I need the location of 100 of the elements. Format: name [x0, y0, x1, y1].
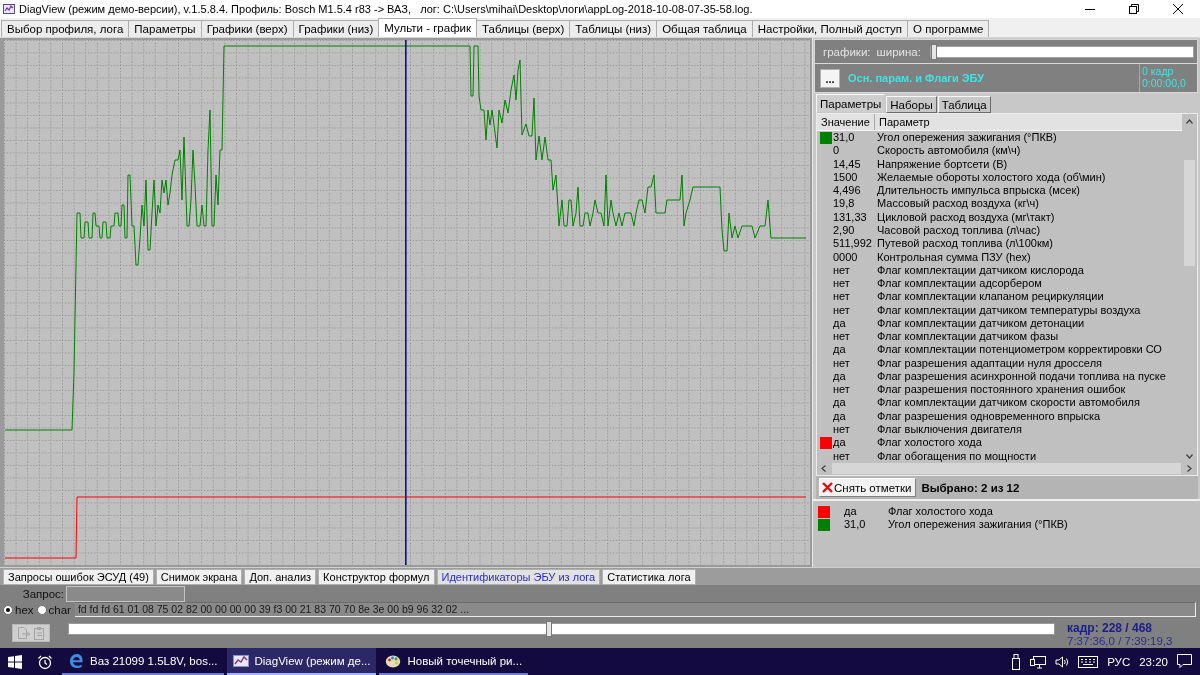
language-indicator[interactable]: РУС [1107, 655, 1131, 668]
tab[interactable]: Конструктор формул [318, 569, 435, 585]
table-cell-text: 1500 [832, 170, 859, 184]
tab[interactable]: Доп. анализ [244, 569, 317, 585]
chart-window-icon [3, 3, 15, 15]
tab[interactable]: Общая таблица [656, 20, 753, 37]
document-arrow-icon [16, 626, 31, 640]
table-cell: Флаг разрешения адаптации нуля дросселя [877, 356, 1102, 370]
tab[interactable]: Графики (верх) [200, 20, 294, 37]
table-cell: Длительность импульса впрыска (мсек) [877, 184, 1080, 198]
parameter-set-title: Осн. парам. и Флаги ЭБУ [848, 72, 986, 84]
table-cell-text: да [832, 409, 847, 423]
table-cell-text: 19,8 [832, 197, 856, 211]
taskbar-app[interactable]: Ваз 21099 1.5L8V, bos... [62, 648, 224, 675]
usb-drive-icon[interactable] [1011, 653, 1022, 670]
table-cell: Флаг разрешения постоянного хранения ошибок [877, 383, 1126, 397]
table-cell: Путевой расход топлива (л\100км) [877, 237, 1053, 251]
tab[interactable]: Запросы ошибок ЭСУД (49) [3, 569, 154, 585]
monitor-icon[interactable] [1030, 654, 1047, 669]
table-cell-text: 31,0 [843, 518, 867, 531]
table-cell-text: да [832, 396, 847, 410]
table-cell-text: нет [832, 422, 851, 436]
tab[interactable]: Мульти - график [378, 18, 478, 37]
table-cell-text: да [832, 316, 847, 330]
input-field[interactable] [66, 585, 185, 602]
table-cell: Массовый расход воздуха (кг\ч) [877, 197, 1039, 211]
table-cell: Часовой расход топлива (л\час) [877, 224, 1041, 237]
table-cell-text: да [832, 343, 847, 357]
radio-option[interactable]: char [36, 603, 71, 616]
table-cell: Флаг комплектации потенциометром корректировки СО [877, 343, 1162, 357]
scroll-left-icon[interactable] [821, 465, 826, 472]
tab[interactable]: Параметры [128, 20, 202, 37]
tab[interactable]: О программе [907, 20, 990, 37]
table-cell: Цикловой расход воздуха (мг\такт) [877, 210, 1055, 224]
width-slider[interactable] [929, 45, 1194, 58]
clipboard-icon [31, 626, 46, 640]
table-cell-text: нет [832, 330, 851, 344]
table-cell-text: да [832, 436, 847, 450]
panel-label: графики: [823, 45, 871, 58]
window-title: DiagView (режим демо-версии), v.1.5.8.4. Профиль: Bosch M1.5.4 r83 -> ВАЗ, лог: C:\Users\mihai\Desktop\логи\appLog-2018-10-08-07-35-58.log. [19, 3, 753, 15]
tab[interactable]: Таблицы (верх) [476, 20, 571, 37]
start-icon [8, 654, 22, 669]
frame-time: 7:37:36,0 / 7:39:19,3 [1067, 635, 1173, 648]
table-cell: Флаг обогащения по мощности [877, 449, 1037, 463]
keyboard-icon[interactable] [1078, 655, 1099, 668]
timeline-slider[interactable] [68, 623, 1055, 635]
taskbar-app[interactable]: DiagView (режим де... [226, 648, 377, 675]
table-cell: Флаг комплектации датчиком скорости автомобиля [877, 396, 1140, 410]
table-cell: Флаг холостого хода [888, 505, 993, 518]
frame-time: 0:00:00,0 [1142, 77, 1187, 89]
table-cell-text: нет [832, 277, 851, 291]
more-button[interactable]: ... [820, 68, 840, 88]
taskbar-app[interactable]: Новый точечный ри... [379, 648, 529, 675]
chart-window-icon [232, 652, 249, 669]
speech-bubble-icon[interactable] [1177, 654, 1192, 669]
field-label: Запрос: [21, 587, 65, 600]
table-cell: Флаг разрешения асинхронной подачи топлива на пуске [877, 369, 1166, 383]
tab[interactable]: Настройки, Полный доступ [751, 20, 909, 37]
table-cell: Флаг комплектации датчиком детонации [877, 316, 1085, 330]
clear-marks-button[interactable]: Снять отметки [819, 478, 917, 497]
clock-time[interactable]: 23:20 [1139, 655, 1168, 668]
table-cell-text: 2,90 [832, 224, 856, 237]
table-cell-text: 14,45 [832, 157, 862, 171]
tab[interactable]: Идентификаторы ЭБУ из лога [436, 569, 601, 585]
scroll-right-icon[interactable] [1187, 465, 1192, 472]
selection-count: Выбрано: 2 из 12 [921, 481, 1020, 494]
table-cell: Желаемые обороты холостого хода (об\мин) [877, 170, 1106, 184]
table-cell-text: 4,496 [832, 184, 862, 198]
scrollbar-thumb[interactable] [832, 463, 1181, 474]
table-cell: Флаг комплектации датчиком фазы [877, 330, 1059, 344]
table-cell: Флаг холостого хода [877, 436, 982, 450]
table-cell: Флаг комплектации клапаном рециркуляции [877, 290, 1104, 304]
table-cell: Флаг комплектации датчиком температуры воздуха [877, 303, 1141, 317]
slider-thumb[interactable] [545, 621, 552, 637]
scroll-down-icon[interactable] [1186, 454, 1193, 459]
tab[interactable]: Снимок экрана [155, 569, 243, 585]
frame-counter: кадр: 228 / 468 [1067, 622, 1153, 635]
frame-counter: 0 кадр [1142, 65, 1175, 77]
tab[interactable]: Выбор профиля, лога [1, 20, 130, 37]
tab[interactable]: Таблица [937, 96, 991, 113]
close-icon [1173, 4, 1183, 14]
table-cell: Угол опережения зажигания (°ПКВ) [888, 518, 1068, 531]
tab[interactable]: Таблицы (низ) [569, 20, 658, 37]
column-header[interactable]: Значение [817, 114, 875, 130]
table-cell: Флаг выключения двигателя [877, 422, 1022, 436]
table-cell-text: 0000 [832, 250, 859, 264]
radio-option[interactable]: hex [3, 603, 34, 616]
table-cell-text: 131,33 [832, 210, 868, 224]
table-cell-text: нет [832, 356, 851, 370]
tab[interactable]: Графики (низ) [292, 20, 380, 37]
slider-thumb[interactable] [930, 43, 937, 60]
speaker-icon[interactable] [1055, 654, 1070, 669]
column-header[interactable]: Параметр [875, 114, 1182, 130]
scroll-up-icon[interactable] [1186, 119, 1193, 124]
tab[interactable]: Параметры [816, 94, 886, 113]
field-label: ширина: [876, 45, 921, 58]
table-cell: Контрольная сумма ПЗУ (hex) [877, 250, 1031, 264]
tab[interactable]: Статистика лога [602, 569, 696, 585]
tab[interactable]: Наборы [886, 96, 937, 113]
table-cell-text: нет [832, 449, 851, 463]
